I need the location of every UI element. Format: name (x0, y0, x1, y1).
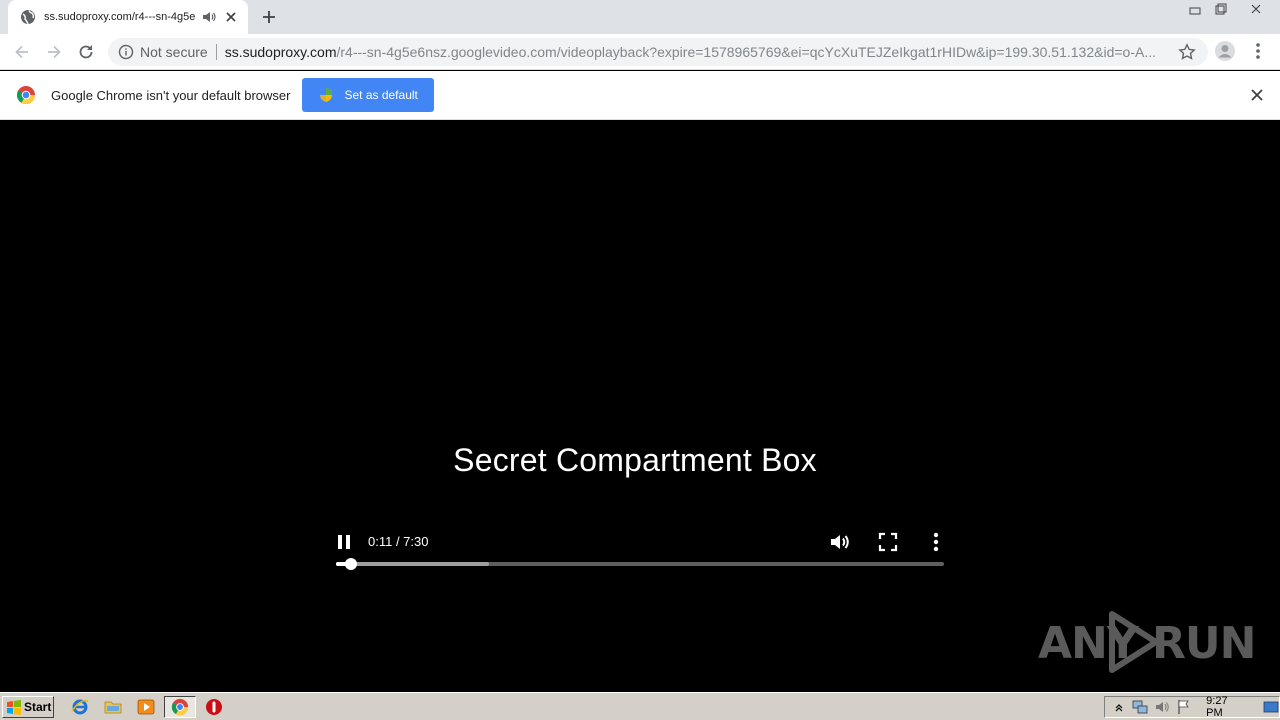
uac-shield-icon (320, 88, 333, 102)
browser-tab[interactable]: ss.sudoproxy.com/r4---sn-4g5e (8, 0, 248, 34)
video-player[interactable]: Secret Compartment Box 0:11 / 7:30 ANY R… (0, 120, 1280, 692)
tab-strip: ss.sudoproxy.com/r4---sn-4g5e (0, 0, 1280, 34)
tray-expand[interactable] (1111, 699, 1126, 715)
minimize-button[interactable] (1182, 0, 1208, 18)
url-path: /r4---sn-4g5e6nsz.googlevideo.com/videop… (336, 44, 1156, 60)
watermark-run: RUN (1152, 618, 1256, 669)
close-infobar-icon[interactable] (1250, 88, 1264, 102)
new-tab-icon[interactable] (258, 6, 280, 28)
quicklaunch-ie[interactable] (70, 697, 90, 717)
media-player-icon (137, 699, 155, 715)
anyrun-watermark: ANY RUN (1038, 610, 1256, 674)
fullscreen-icon[interactable] (876, 530, 900, 554)
chrome-menu-icon[interactable] (1250, 40, 1266, 62)
time-display: 0:11 / 7:30 (368, 534, 429, 549)
network-icon (1132, 700, 1148, 714)
globe-icon (21, 10, 35, 25)
forward-button[interactable] (42, 40, 66, 64)
progress-track[interactable] (336, 558, 944, 570)
set-as-default-label: Set as default (344, 88, 418, 102)
pause-icon[interactable] (336, 532, 352, 552)
profile-avatar-icon[interactable] (1214, 40, 1236, 62)
scrubber-thumb[interactable] (344, 558, 357, 570)
red-o-app-icon (206, 699, 222, 715)
more-options-icon[interactable] (926, 530, 946, 554)
tray-network[interactable] (1132, 699, 1148, 715)
volume-icon[interactable] (828, 530, 852, 554)
tab-title: ss.sudoproxy.com/r4---sn-4g5e (44, 11, 196, 23)
taskbar-chrome[interactable] (164, 696, 196, 718)
windows-flag-icon (7, 700, 21, 715)
tray-volume[interactable] (1154, 699, 1170, 715)
reload-button[interactable] (74, 40, 98, 64)
show-desktop[interactable] (1263, 699, 1279, 715)
flag-icon (1178, 700, 1189, 714)
system-tray: 9:27 PM (1104, 695, 1280, 719)
restore-button[interactable] (1208, 0, 1234, 18)
quicklaunch-explorer[interactable] (103, 697, 123, 717)
close-tab-icon[interactable] (224, 10, 238, 24)
chrome-logo-icon (16, 86, 35, 105)
info-icon[interactable] (118, 44, 134, 60)
windows-taskbar: Start 9:27 PM (0, 692, 1280, 720)
speaker-icon (1156, 702, 1169, 712)
folder-icon (104, 701, 122, 714)
internet-explorer-icon (71, 699, 89, 715)
close-window-button[interactable] (1234, 0, 1278, 18)
forward-arrow-icon (48, 45, 61, 59)
start-label: Start (24, 700, 52, 714)
url-host: ss.sudoproxy.com (224, 44, 337, 60)
audio-playing-icon[interactable] (202, 10, 216, 24)
tray-clock[interactable]: 9:27 PM (1206, 695, 1245, 719)
taskbar-opera[interactable] (204, 697, 224, 717)
window-controls (1182, 0, 1278, 18)
chevron-up-icon (1115, 704, 1123, 712)
default-browser-infobar: Google Chrome isn't your default browser… (0, 71, 1280, 120)
reload-icon (79, 45, 93, 59)
back-button[interactable] (10, 40, 34, 64)
infobar-message: Google Chrome isn't your default browser (51, 87, 291, 103)
chrome-taskbar-icon (171, 698, 189, 716)
video-controls: 0:11 / 7:30 (336, 524, 944, 574)
bookmark-star-icon[interactable] (1178, 43, 1196, 61)
show-desktop-icon (1263, 701, 1279, 713)
omnibox-separator (215, 44, 217, 60)
back-arrow-icon (15, 45, 28, 59)
start-button[interactable]: Start (2, 696, 54, 718)
not-secure-label: Not secure (140, 44, 208, 60)
quicklaunch-media-player[interactable] (136, 697, 156, 717)
video-title: Secret Compartment Box (453, 442, 817, 478)
buffered-bar (336, 562, 489, 566)
tray-action-center[interactable] (1176, 699, 1192, 715)
browser-toolbar: Not secure ss.sudoproxy.com /r4---sn-4g5… (0, 34, 1280, 70)
address-bar[interactable]: Not secure ss.sudoproxy.com /r4---sn-4g5… (108, 38, 1208, 66)
set-as-default-button[interactable]: Set as default (302, 78, 434, 112)
